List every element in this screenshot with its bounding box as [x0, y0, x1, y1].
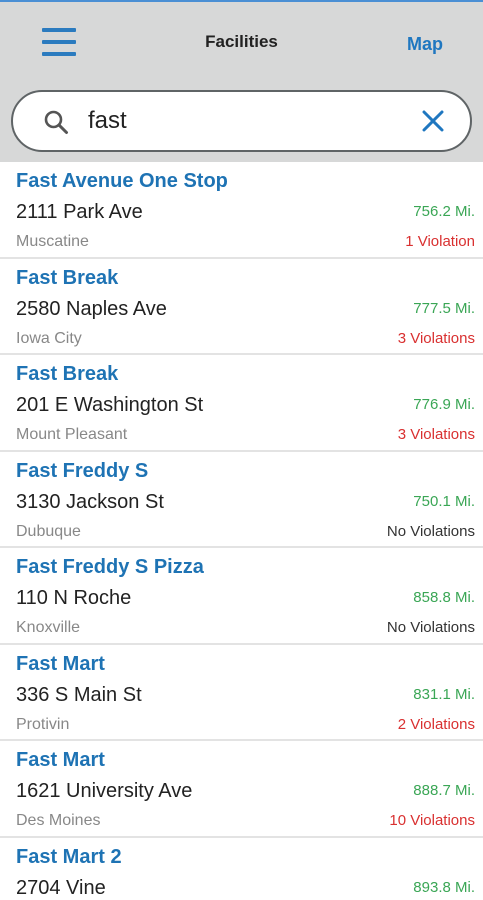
facility-address: 110 N Roche — [16, 587, 132, 609]
facility-city: Des Moines — [16, 812, 101, 829]
facility-city: Knoxville — [16, 619, 81, 636]
search-input[interactable] — [88, 102, 398, 140]
facility-violations: 10 Violations — [389, 812, 475, 829]
top-app-bar: Facilities Map — [0, 0, 483, 82]
close-icon[interactable] — [422, 110, 444, 132]
facility-distance: 893.8 Mi. — [413, 878, 475, 896]
facility-address: 2111 Park Ave — [16, 201, 143, 223]
facility-city: Dubuque — [16, 522, 81, 540]
facility-violations: 3 Violations — [397, 329, 475, 347]
list-item[interactable]: Fast Mart 2 2704 Vine 893.8 Mi. — [0, 838, 483, 900]
menu-line — [42, 52, 76, 56]
facility-address: 1621 University Ave — [16, 780, 193, 802]
facility-city: Protivin — [16, 715, 70, 733]
list-item[interactable]: Fast Break 201 E Washington St Mount Ple… — [0, 355, 483, 452]
search-box[interactable] — [11, 90, 472, 152]
facility-violations: No Violations — [386, 522, 475, 540]
facility-distance: 858.8 Mi. — [413, 589, 475, 606]
facility-distance: 831.1 Mi. — [413, 685, 475, 703]
map-button[interactable]: Map — [407, 34, 443, 55]
facility-distance: 777.5 Mi. — [413, 299, 475, 317]
facility-name: Fast Mart — [16, 749, 105, 771]
list-item[interactable]: Fast Mart 336 S Main St Protivin 831.1 M… — [0, 645, 483, 741]
list-item[interactable]: Fast Avenue One Stop 2111 Park Ave Musca… — [0, 162, 483, 259]
facility-distance: 888.7 Mi. — [413, 782, 475, 799]
facility-name: Fast Break — [16, 266, 119, 289]
facility-violations: No Violations — [386, 619, 475, 636]
menu-line — [42, 40, 76, 44]
facility-address: 201 E Washington St — [16, 394, 204, 416]
facility-name: Fast Mart 2 — [16, 845, 122, 868]
facility-address: 2704 Vine — [16, 876, 106, 899]
hamburger-menu-icon[interactable] — [40, 28, 78, 60]
facility-distance: 756.2 Mi. — [413, 203, 475, 220]
search-icon — [44, 110, 68, 134]
list-item[interactable]: Fast Break 2580 Naples Ave Iowa City 777… — [0, 259, 483, 355]
list-item[interactable]: Fast Freddy S Pizza 110 N Roche Knoxvill… — [0, 548, 483, 645]
facility-name: Fast Avenue One Stop — [16, 170, 228, 192]
search-bar — [0, 82, 483, 162]
list-item[interactable]: Fast Freddy S 3130 Jackson St Dubuque 75… — [0, 452, 483, 548]
facility-violations: 1 Violation — [405, 233, 475, 250]
facility-name: Fast Mart — [16, 652, 105, 675]
menu-line — [42, 28, 76, 32]
facility-city: Muscatine — [16, 233, 89, 250]
facility-name: Fast Break — [16, 363, 119, 385]
facility-name: Fast Freddy S Pizza — [16, 556, 204, 578]
facility-violations: 2 Violations — [397, 715, 475, 733]
facility-address: 3130 Jackson St — [16, 490, 164, 513]
facility-address: 336 S Main St — [16, 683, 142, 706]
facility-address: 2580 Naples Ave — [16, 297, 167, 320]
facility-distance: 776.9 Mi. — [413, 396, 475, 413]
facility-city: Iowa City — [16, 329, 82, 347]
list-item[interactable]: Fast Mart 1621 University Ave Des Moines… — [0, 741, 483, 838]
facility-name: Fast Freddy S — [16, 459, 149, 482]
facility-distance: 750.1 Mi. — [413, 492, 475, 510]
facility-city: Mount Pleasant — [16, 426, 128, 443]
facility-list: Fast Avenue One Stop 2111 Park Ave Musca… — [0, 162, 483, 900]
facility-violations: 3 Violations — [397, 426, 475, 443]
